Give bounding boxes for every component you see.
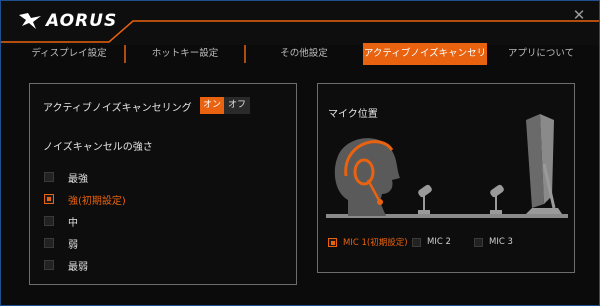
- content-area: アクティブノイズキャンセリング オン オフ ノイズキャンセルの強さ 最強 強(初…: [1, 65, 599, 305]
- level-option-medium[interactable]: 中: [44, 214, 78, 229]
- radio-box[interactable]: [44, 216, 54, 226]
- level-label: 強(初期設定): [68, 195, 126, 207]
- tab-display-settings[interactable]: ディスプレイ設定: [17, 43, 121, 65]
- toggle-on-button[interactable]: オン: [200, 97, 224, 114]
- level-option-weakest[interactable]: 最弱: [44, 258, 88, 273]
- tab-about-app[interactable]: アプリについて: [491, 43, 591, 65]
- mic1-option[interactable]: MIC 1(初期設定): [328, 236, 408, 248]
- mic2-label: MIC 2: [427, 237, 451, 247]
- level-label: 弱: [68, 239, 78, 251]
- level-label: 最強: [68, 173, 88, 185]
- mic2-radio[interactable]: [412, 237, 421, 247]
- mic1-label: MIC 1(初期設定): [343, 238, 408, 248]
- mic2-option[interactable]: MIC 2: [412, 236, 451, 248]
- mic2-stand-icon: [418, 184, 432, 214]
- level-option-weak[interactable]: 弱: [44, 236, 78, 251]
- radio-box[interactable]: [44, 238, 54, 248]
- mic3-stand-icon: [490, 184, 504, 214]
- level-label: 中: [68, 217, 78, 229]
- mic3-option[interactable]: MIC 3: [474, 236, 513, 248]
- app-window: AORUS ✕ ディスプレイ設定 ホットキー設定 その他設定 アクティブノイズキ…: [0, 0, 600, 306]
- anc-toggle[interactable]: オン オフ: [200, 97, 250, 114]
- radio-box[interactable]: [44, 260, 54, 270]
- mic-position-illustration: [326, 114, 568, 218]
- tab-anc[interactable]: アクティブノイズキャンセリング: [363, 43, 487, 81]
- radio-box[interactable]: [44, 172, 54, 182]
- level-option-strongest[interactable]: 最強: [44, 170, 88, 185]
- tab-other-settings[interactable]: その他設定: [249, 43, 359, 65]
- toggle-off-button[interactable]: オフ: [224, 97, 250, 114]
- radio-box-selected[interactable]: [44, 194, 54, 204]
- monitor-icon: [526, 114, 562, 214]
- strength-title: ノイズキャンセルの強さ: [43, 142, 153, 153]
- anc-label: アクティブノイズキャンセリング: [43, 103, 192, 114]
- mic3-label: MIC 3: [489, 237, 513, 247]
- tab-hotkey-settings[interactable]: ホットキー設定: [129, 43, 241, 65]
- level-option-strong-default[interactable]: 強(初期設定): [44, 192, 126, 207]
- anc-panel: アクティブノイズキャンセリング オン オフ ノイズキャンセルの強さ 最強 強(初…: [29, 83, 297, 285]
- mic1-radio[interactable]: [328, 237, 337, 247]
- level-label: 最弱: [68, 261, 88, 273]
- mic3-radio[interactable]: [474, 237, 483, 247]
- mic-position-panel: マイク位置 MIC 1(初期設定) MIC 2 MIC 3: [317, 83, 575, 273]
